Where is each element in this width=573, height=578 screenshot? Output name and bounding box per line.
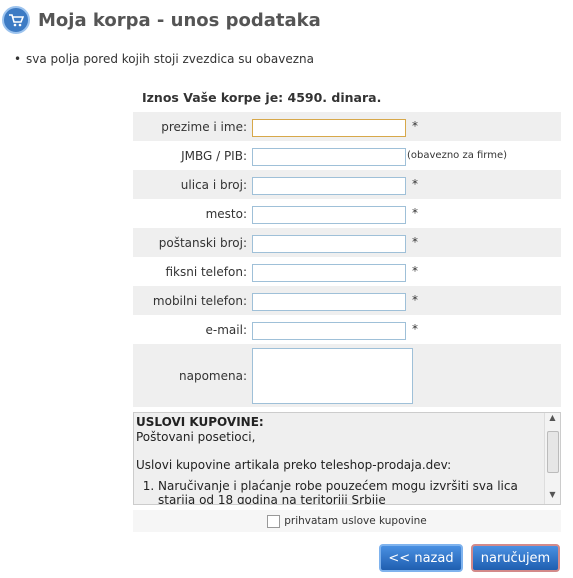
required-note: sva polja pored kojih stoji zvezdica su … <box>14 52 314 66</box>
row-mobile: mobilni telefon: * <box>133 286 561 315</box>
name-input[interactable] <box>252 119 406 137</box>
note-label: napomena: <box>179 368 247 383</box>
row-street: ulica i broj: * <box>133 170 561 199</box>
row-city: mesto: * <box>133 199 561 228</box>
required-star: * <box>412 235 418 249</box>
name-label: prezime i ime: <box>161 119 247 134</box>
required-star: * <box>412 119 418 133</box>
terms-intro: Uslovi kupovine artikala preko teleshop-… <box>136 458 452 472</box>
street-input[interactable] <box>252 177 406 195</box>
mobile-label: mobilni telefon: <box>152 293 247 308</box>
row-phone: fiksni telefon: * <box>133 257 561 286</box>
required-star: * <box>412 293 418 307</box>
city-label: mesto: <box>205 206 247 221</box>
required-star: * <box>412 264 418 278</box>
email-label: e-mail: <box>205 322 247 337</box>
order-button[interactable]: naručujem <box>471 544 560 572</box>
terms-box[interactable]: USLOVI KUPOVINE: Poštovani posetioci, Us… <box>133 412 561 505</box>
row-email: e-mail: * <box>133 315 561 344</box>
scroll-down-icon[interactable]: ▼ <box>545 490 560 504</box>
back-button[interactable]: << nazad <box>379 544 463 572</box>
agree-checkbox[interactable] <box>267 514 281 528</box>
terms-greeting: Poštovani posetioci, <box>136 429 256 444</box>
postal-input[interactable] <box>252 235 406 253</box>
page-header: Moja korpa - unos podataka <box>2 4 321 36</box>
row-note: napomena: <box>133 344 561 407</box>
phone-label: fiksni telefon: <box>165 264 247 279</box>
required-star: * <box>412 322 418 336</box>
cart-icon <box>2 6 30 34</box>
scroll-thumb[interactable] <box>547 431 559 473</box>
row-name: prezime i ime: * <box>133 112 561 141</box>
jmbg-input[interactable] <box>252 148 406 166</box>
required-star: * <box>412 206 418 220</box>
jmbg-hint: (obavezno za firme) <box>407 150 508 161</box>
note-textarea[interactable] <box>252 348 413 404</box>
terms-heading: USLOVI KUPOVINE: <box>136 415 264 429</box>
agree-label: prihvatam uslove kupovine <box>284 515 427 527</box>
terms-scrollbar[interactable]: ▲ ▼ <box>544 413 560 504</box>
cart-total: Iznos Vaše korpe je: 4590. dinara. <box>142 90 382 105</box>
required-star: * <box>412 177 418 191</box>
agree-row: prihvatam uslove kupovine <box>133 510 561 532</box>
jmbg-label: JMBG / PIB: <box>181 148 247 163</box>
postal-label: poštanski broj: <box>158 235 247 250</box>
city-input[interactable] <box>252 206 406 224</box>
row-postal: poštanski broj: * <box>133 228 561 257</box>
terms-list: Naručivanje i plaćanje robe pouzećem mog… <box>154 479 544 505</box>
terms-item: Naručivanje i plaćanje robe pouzećem mog… <box>158 479 544 505</box>
street-label: ulica i broj: <box>180 177 247 192</box>
mobile-input[interactable] <box>252 293 406 311</box>
row-jmbg: JMBG / PIB: (obavezno za firme) <box>133 141 561 170</box>
phone-input[interactable] <box>252 264 406 282</box>
page-title: Moja korpa - unos podataka <box>38 9 321 31</box>
scroll-up-icon[interactable]: ▲ <box>545 413 560 427</box>
email-input[interactable] <box>252 322 406 340</box>
order-form: prezime i ime: * JMBG / PIB: (obavezno z… <box>133 112 561 407</box>
